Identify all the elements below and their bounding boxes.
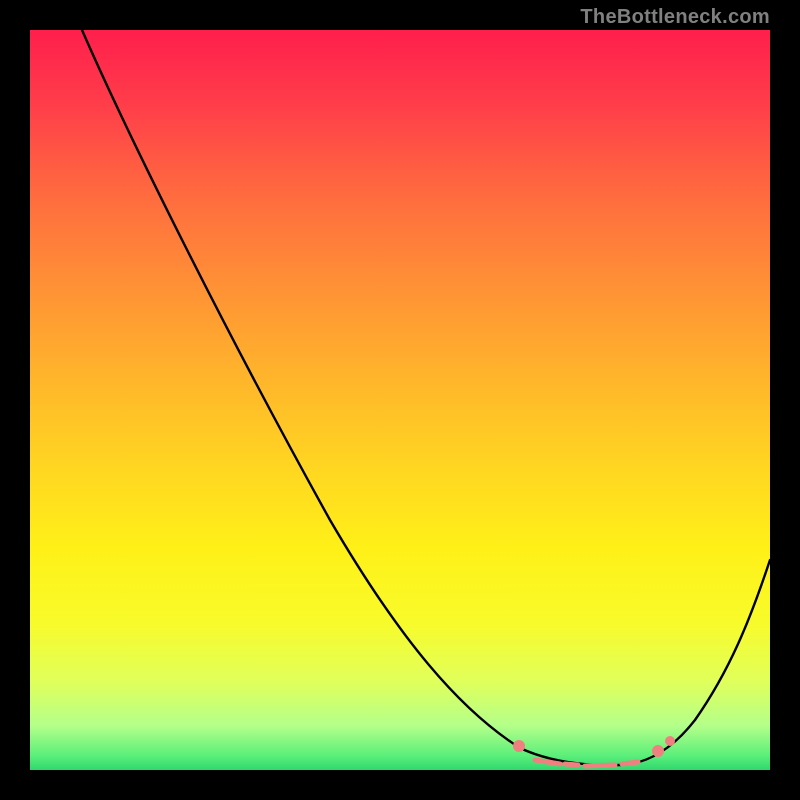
attribution-text: TheBottleneck.com xyxy=(580,6,770,29)
marker-dash xyxy=(622,762,638,764)
marker-dash xyxy=(565,764,578,765)
chart-container: TheBottleneck.com xyxy=(0,0,800,800)
highlight-markers xyxy=(513,736,675,766)
marker-dot xyxy=(652,745,664,757)
marker-dot xyxy=(513,740,525,752)
marker-dash xyxy=(585,765,615,766)
marker-dot xyxy=(665,736,675,746)
plot-area xyxy=(30,30,770,770)
chart-svg xyxy=(30,30,770,770)
bottleneck-curve-line xyxy=(82,30,770,765)
